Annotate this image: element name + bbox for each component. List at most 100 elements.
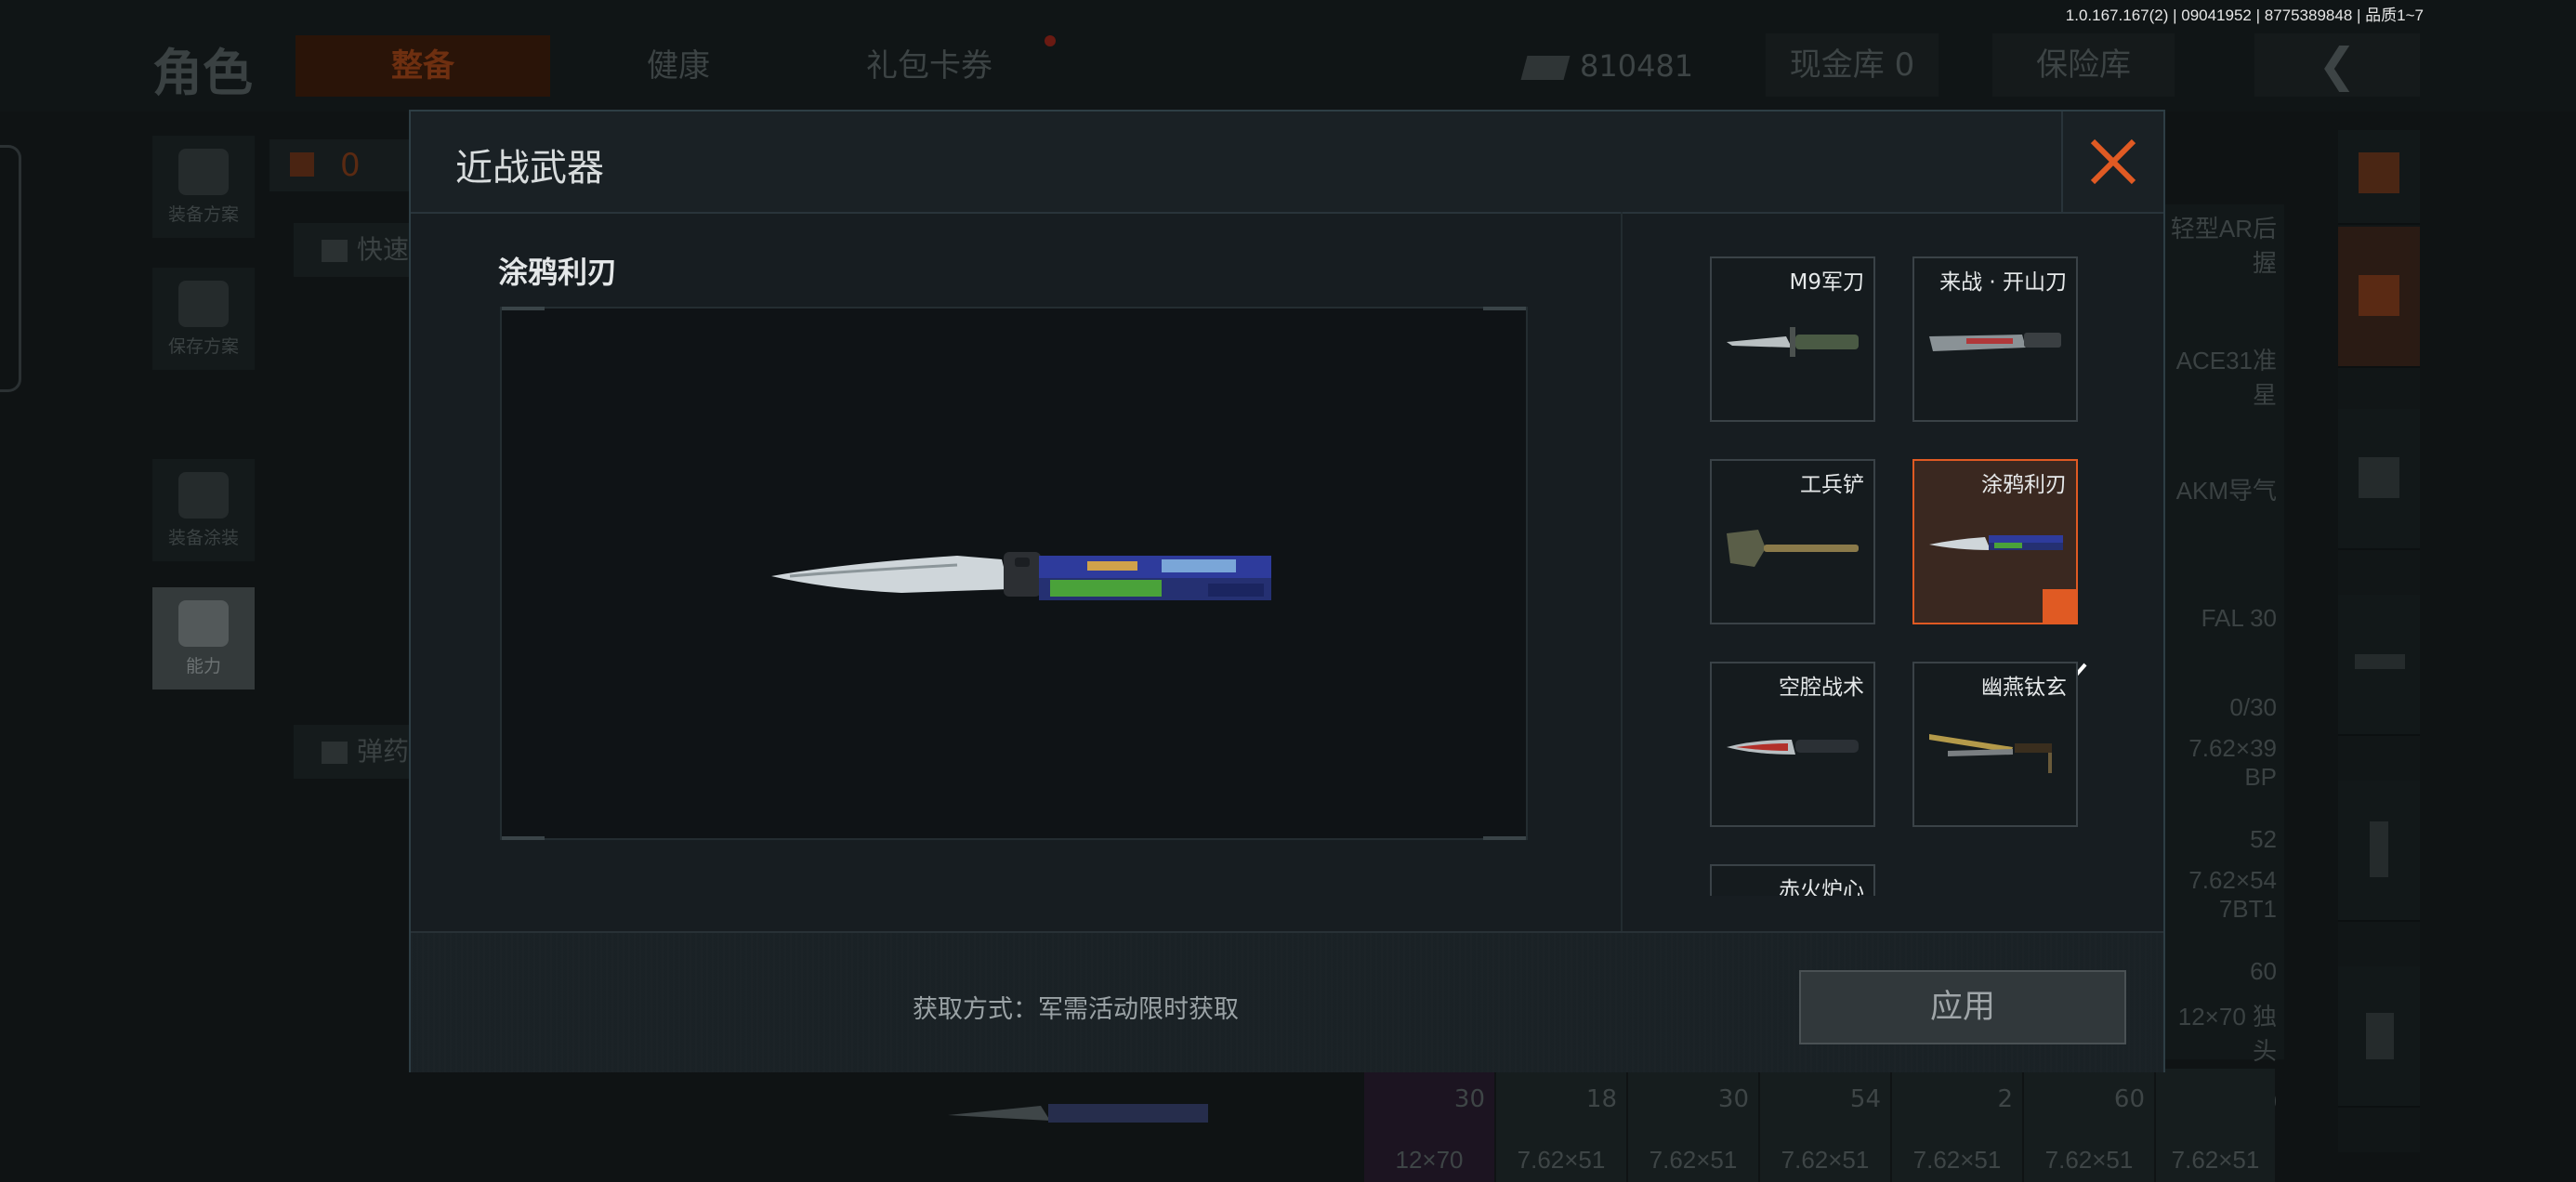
- inventory-item-label: FAL 30: [2201, 604, 2277, 632]
- helmet-icon: [178, 472, 229, 519]
- tab-loadout[interactable]: 整备: [296, 35, 550, 97]
- inventory-item-count: 60: [2250, 957, 2277, 985]
- ammo-cell[interactable]: 2 7.62×51: [1890, 1069, 2022, 1182]
- inventory-item-count: 0/30: [2229, 693, 2277, 721]
- ammo-icon: [322, 742, 348, 764]
- sidebar-ability[interactable]: 能力: [152, 587, 255, 690]
- ammo-cell[interactable]: 60 7.62×51: [2022, 1069, 2154, 1182]
- inventory-item-count: 52: [2250, 825, 2277, 853]
- frame-corner: [502, 307, 545, 310]
- ammo-count: 30: [1453, 1085, 1485, 1113]
- inventory-item-label: 7.62×39 BP: [2188, 734, 2277, 791]
- ammo-cell[interactable]: 54 7.62×51: [1758, 1069, 1890, 1182]
- ammo-cell[interactable]: 18 7.62×51: [1494, 1069, 1626, 1182]
- selected-item-name: 涂鸦利刃: [498, 255, 618, 290]
- graffiti-butterfly-knife-icon: [771, 552, 1271, 600]
- ammo-name: 7.62×51: [1912, 1146, 2002, 1174]
- dialog-title: 近战武器: [455, 147, 604, 190]
- sidebar-label: 能力: [185, 656, 221, 676]
- resource-counter: 0: [269, 139, 409, 191]
- inventory-item-label: 7.62×54 7BT1: [2188, 866, 2277, 923]
- category-stack-icon-slot[interactable]: [2338, 130, 2420, 225]
- lightning-icon: [178, 600, 229, 647]
- ammo-name: 7.62×51: [1517, 1146, 1606, 1174]
- weapon-card-shovel[interactable]: 工兵铲: [1710, 459, 1875, 624]
- machete-icon: [1929, 333, 2061, 351]
- inventory-item-label: ACE31准星: [2175, 347, 2277, 409]
- vest-icon: [178, 149, 229, 195]
- notification-dot: [1045, 35, 1056, 46]
- tab-gift-coupons[interactable]: 礼包卡券: [818, 35, 1041, 97]
- weapon-card-label: 涂鸦利刃: [1981, 473, 2067, 497]
- backpack-icon: [290, 152, 314, 177]
- grip-icon: [2366, 1013, 2394, 1059]
- weapon-card-label: 空腔战术: [1779, 676, 1864, 700]
- ammo-count: 30: [1717, 1085, 1749, 1113]
- category-slot[interactable]: [2338, 781, 2420, 922]
- panel-divider: [1621, 212, 1623, 1039]
- ammo-cell[interactable]: 30 12×70: [1362, 1069, 1494, 1182]
- ammo-cell[interactable]: 7.62×51: [2154, 1069, 2275, 1182]
- pouch-icon: [2359, 457, 2399, 498]
- sidebar-label: 装备涂装: [167, 528, 239, 548]
- sidebar-skin[interactable]: 装备涂装: [152, 459, 255, 561]
- ammo-button[interactable]: 弹药: [294, 725, 409, 779]
- dialog-header: 近战武器: [411, 112, 2163, 214]
- weapon-card-machete[interactable]: 来战 · 开山刀: [1912, 256, 2078, 422]
- tactical-knife-icon: [1727, 740, 1859, 755]
- sidebar-save-plan[interactable]: 保存方案: [152, 268, 255, 370]
- ammo-label: 弹药: [357, 736, 410, 767]
- ammo-name: 12×70: [1395, 1146, 1464, 1174]
- ammo-name: 7.62×51: [2044, 1146, 2134, 1174]
- ammo-count: 54: [1849, 1085, 1881, 1113]
- frame-corner: [1483, 307, 1526, 310]
- download-icon: [178, 281, 229, 327]
- category-slot[interactable]: [2338, 409, 2420, 550]
- item-preview: [500, 307, 1528, 840]
- weapon-card-hollow-tactical[interactable]: 空腔战术: [1710, 662, 1875, 827]
- quick-button[interactable]: 快速: [294, 223, 409, 277]
- sidebar-loadout-plan[interactable]: 装备方案: [152, 136, 255, 238]
- weapon-card-m9[interactable]: M9军刀: [1710, 256, 1875, 422]
- ammo-name: 7.62×51: [2171, 1146, 2260, 1174]
- weapon-card-label: 幽燕钛玄: [1981, 676, 2067, 700]
- stack-icon: [2359, 152, 2399, 193]
- weapon-card-label: 来战 · 开山刀: [1939, 270, 2067, 295]
- frame-corner: [1483, 836, 1526, 840]
- cash-vault-button[interactable]: 现金库 0: [1766, 33, 1939, 97]
- ammo-cell[interactable]: 30 7.62×51: [1626, 1069, 1758, 1182]
- version-string: 1.0.167.167(2) | 09041952 | 8775389848 |…: [2065, 7, 2424, 24]
- safe-vault-button[interactable]: 保险库: [1992, 33, 2175, 97]
- ammo-count: 2: [1997, 1085, 2013, 1113]
- rifle-icon: [2355, 654, 2405, 669]
- weapon-card-graffiti-blade[interactable]: 涂鸦利刃: [1912, 459, 2087, 682]
- frame-corner: [502, 836, 545, 840]
- m9-bayonet-icon: [1727, 327, 1859, 357]
- dialog-footer: 获取方式：军需活动限时获取 应用: [411, 931, 2163, 1072]
- category-active-slot[interactable]: [2338, 227, 2420, 368]
- weapon-card-label: 赤火炉心: [1779, 878, 1864, 896]
- weapon-card-label: 工兵铲: [1800, 473, 1864, 497]
- shovel-icon: [1727, 530, 1859, 567]
- inventory-item-label: AKM导气: [2175, 477, 2277, 505]
- melee-weapon-dialog: 近战武器 涂鸦利刃 M9军刀 来战 · 开山刀 工兵铲 涂鸦利刃 空腔战术 幽燕…: [409, 110, 2165, 1072]
- apply-button[interactable]: 应用: [1799, 970, 2126, 1044]
- box-icon: [2359, 275, 2399, 316]
- acquire-method-text: 获取方式：军需活动限时获取: [913, 995, 1239, 1024]
- back-button[interactable]: ❮: [2254, 33, 2420, 97]
- weapon-card-titanium[interactable]: 幽燕钛玄: [1912, 662, 2078, 827]
- category-slot[interactable]: [2338, 966, 2420, 1108]
- weapon-card-red-fire[interactable]: 赤火炉心: [1710, 864, 1875, 896]
- tab-health[interactable]: 健康: [595, 35, 762, 97]
- chevron-left-icon: ❮: [2318, 38, 2357, 92]
- currency-display: 810481: [1520, 35, 1710, 97]
- ammo-name: 7.62×51: [1649, 1146, 1738, 1174]
- selected-check-badge: [2043, 589, 2087, 682]
- counter-value: 0: [340, 147, 361, 184]
- graffiti-butterfly-knife-icon: [1929, 535, 2063, 550]
- ammo-count: 18: [1585, 1085, 1617, 1113]
- category-slot[interactable]: [2338, 595, 2420, 736]
- equipped-knife-thumbnail: [939, 1085, 1217, 1141]
- close-button[interactable]: [2061, 112, 2163, 212]
- magazine-icon: [2370, 821, 2388, 877]
